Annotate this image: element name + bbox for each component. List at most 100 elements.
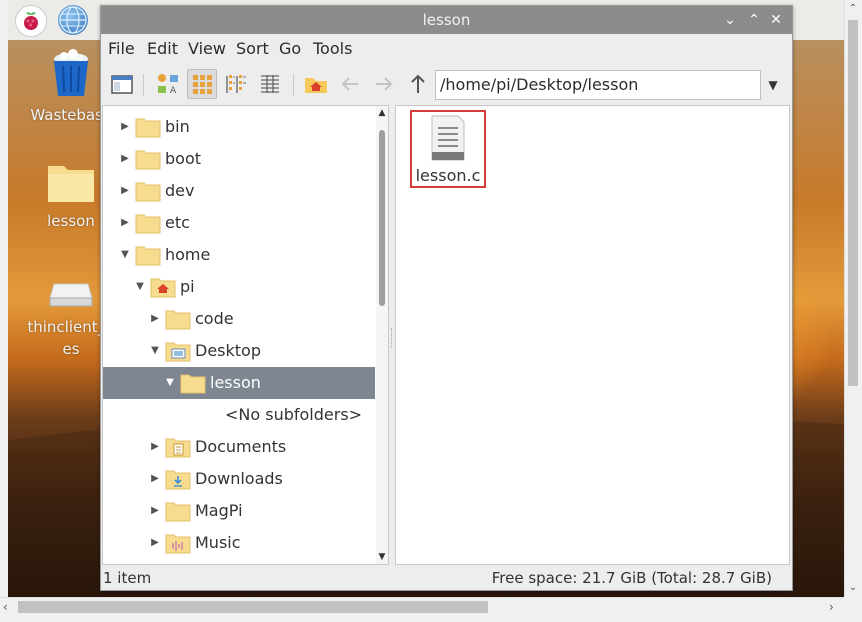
file-view[interactable]: lesson.c <box>395 105 790 565</box>
minimize-button[interactable]: ⌄ <box>721 11 739 29</box>
free-space: Free space: 21.7 GiB (Total: 28.7 GiB) <box>491 569 772 587</box>
expander-icon[interactable]: ▶ <box>119 217 131 229</box>
tree-item-code[interactable]: ▶ code <box>103 303 375 335</box>
tree-item-boot[interactable]: ▶ boot <box>103 143 375 175</box>
menu-sort[interactable]: Sort <box>236 39 269 58</box>
file-item-lesson-c[interactable]: lesson.c <box>410 110 486 188</box>
up-button[interactable] <box>403 69 433 99</box>
thumbnail-view-icon <box>193 75 212 94</box>
tree-item-label: code <box>195 309 234 328</box>
compact-view-button[interactable] <box>221 69 251 99</box>
folder-icon <box>165 310 191 330</box>
folder-icon <box>135 150 161 170</box>
tree-item-label: Downloads <box>195 469 283 488</box>
tree-item-label: etc <box>165 213 190 232</box>
splitter-grip <box>391 328 394 348</box>
folder-icon <box>135 118 161 138</box>
page-horizontal-scrollbar[interactable]: ‹ › <box>0 597 844 616</box>
tree-item-label: pi <box>180 277 195 296</box>
expander-icon[interactable]: ▶ <box>149 441 161 453</box>
documents-folder-icon <box>165 438 191 458</box>
expander-icon[interactable]: ▼ <box>119 249 131 261</box>
toolbar-separator <box>293 74 294 96</box>
file-manager-window: lesson ⌄ ⌃ ✕ File Edit View Sort Go Tool… <box>100 5 793 591</box>
tree-item-label: lesson <box>210 373 261 392</box>
tree-item-home[interactable]: ▼ home <box>103 239 375 271</box>
scroll-up-icon[interactable]: ⌃ <box>848 4 858 14</box>
new-window-icon <box>111 75 133 94</box>
list-view-icon <box>261 75 279 93</box>
folder-icon <box>165 502 191 522</box>
new-window-button[interactable] <box>107 69 137 99</box>
desktop-folder-icon <box>165 342 191 362</box>
tree-item-label: home <box>165 245 211 264</box>
tree-item-label: dev <box>165 181 195 200</box>
menu-go[interactable]: Go <box>279 39 301 58</box>
expander-icon[interactable]: ▼ <box>149 345 161 357</box>
tree-item-pi[interactable]: ▼ pi <box>103 271 375 303</box>
expander-icon[interactable]: ▶ <box>119 121 131 133</box>
folder-icon <box>135 246 161 266</box>
home-button[interactable] <box>301 69 331 99</box>
tree-item-bin[interactable]: ▶ bin <box>103 111 375 143</box>
text-file-icon <box>431 115 465 161</box>
close-button[interactable]: ✕ <box>767 11 785 29</box>
raspberry-menu-icon[interactable] <box>15 5 47 37</box>
tree-item-etc[interactable]: ▶ etc <box>103 207 375 239</box>
expander-icon[interactable]: ▶ <box>119 185 131 197</box>
scrollbar-thumb[interactable] <box>379 130 385 306</box>
scroll-right-icon[interactable]: › <box>829 600 834 614</box>
tree-item-label: bin <box>165 117 190 136</box>
tree-item-magpi[interactable]: ▶ MagPi <box>103 495 375 527</box>
file-name: lesson.c <box>415 166 481 185</box>
menu-tools[interactable]: Tools <box>313 39 352 58</box>
scroll-down-icon[interactable]: ▼ <box>376 552 388 562</box>
menu-file[interactable]: File <box>108 39 135 58</box>
tree-item-empty-note: <No subfolders> <box>103 399 375 431</box>
back-button[interactable] <box>335 69 365 99</box>
scroll-down-icon[interactable]: ⌄ <box>848 583 858 593</box>
thumbnail-view-button[interactable] <box>187 69 217 99</box>
expander-icon[interactable]: ▶ <box>119 153 131 165</box>
window-title: lesson <box>422 11 471 29</box>
web-browser-icon[interactable] <box>58 5 88 35</box>
tree-scrollbar[interactable]: ▲ ▼ <box>376 106 388 564</box>
folder-tree[interactable]: ▶ bin ▶ boot ▶ dev ▶ etc ▼ home ▼ pi ▶ c… <box>102 105 389 565</box>
location-bar[interactable]: /home/pi/Desktop/lesson <box>435 70 761 100</box>
tree-item-dev[interactable]: ▶ dev <box>103 175 375 207</box>
tree-item-label: Desktop <box>195 341 261 360</box>
tree-item-documents[interactable]: ▶ Documents <box>103 431 375 463</box>
toolbar-separator <box>143 74 144 96</box>
list-view-button[interactable] <box>255 69 285 99</box>
expander-icon[interactable]: ▶ <box>149 505 161 517</box>
tree-item-music[interactable]: ▶ Music <box>103 527 375 559</box>
tree-item-downloads[interactable]: ▶ Downloads <box>103 463 375 495</box>
tree-item-lesson[interactable]: ▼ lesson <box>103 367 375 399</box>
forward-button[interactable] <box>369 69 399 99</box>
scroll-up-icon[interactable]: ▲ <box>376 108 388 118</box>
no-subfolders-label: <No subfolders> <box>225 405 363 424</box>
home-folder-icon <box>150 278 176 298</box>
scrollbar-thumb[interactable] <box>848 20 858 386</box>
menubar: File Edit View Sort Go Tools <box>101 34 792 62</box>
expander-icon[interactable]: ▼ <box>164 377 176 389</box>
chevron-down-icon[interactable]: ▼ <box>765 76 781 94</box>
maximize-button[interactable]: ⌃ <box>745 11 763 29</box>
tree-item-desktop[interactable]: ▼ Desktop <box>103 335 375 367</box>
menu-edit[interactable]: Edit <box>147 39 178 58</box>
menu-view[interactable]: View <box>188 39 226 58</box>
icon-view-icon: A <box>158 74 178 96</box>
trash-icon <box>54 49 88 96</box>
icon-view-button[interactable]: A <box>153 69 183 99</box>
expander-icon[interactable]: ▶ <box>149 313 161 325</box>
expander-icon[interactable]: ▼ <box>134 281 146 293</box>
tree-item-label: Documents <box>195 437 287 456</box>
compact-view-icon <box>226 75 246 93</box>
window-titlebar[interactable]: lesson ⌄ ⌃ ✕ <box>101 6 792 34</box>
expander-icon[interactable]: ▶ <box>149 537 161 549</box>
expander-icon[interactable]: ▶ <box>149 473 161 485</box>
scrollbar-thumb[interactable] <box>18 601 488 613</box>
scroll-left-icon[interactable]: ‹ <box>3 600 8 614</box>
back-arrow-icon <box>341 77 358 91</box>
page-vertical-scrollbar[interactable]: ⌃ ⌄ <box>844 0 861 597</box>
